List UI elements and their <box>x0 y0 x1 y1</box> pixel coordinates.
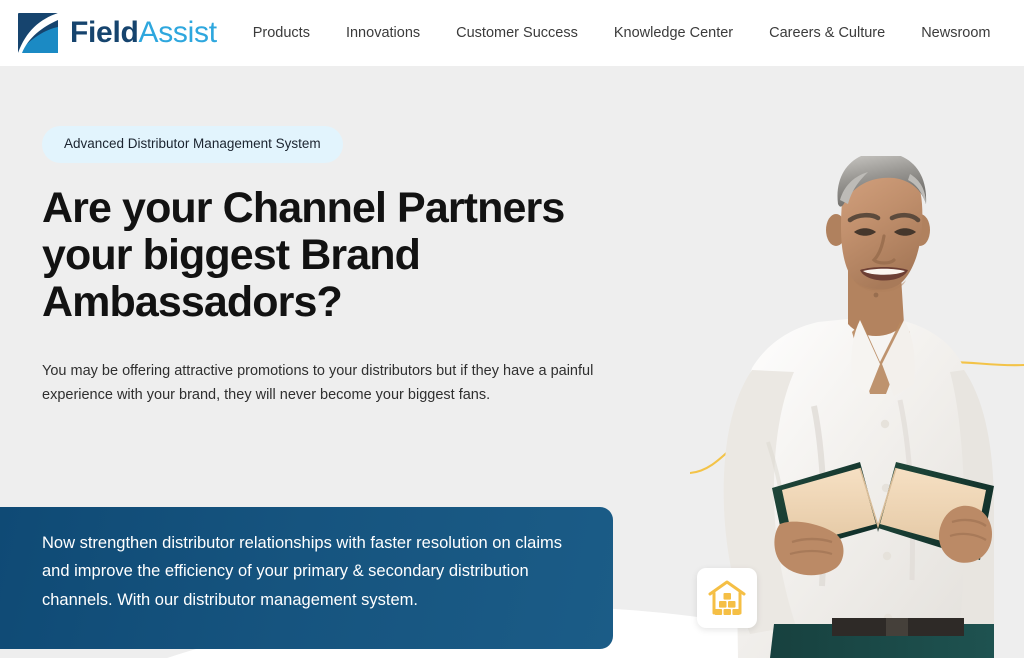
nav-item-knowledge-center[interactable]: Knowledge Center <box>614 19 733 47</box>
nav-item-products[interactable]: Products <box>253 19 310 47</box>
brand-word-field: Field <box>70 16 139 49</box>
hero-section: Advanced Distributor Management System A… <box>0 66 1024 658</box>
nav-item-newsroom[interactable]: Newsroom <box>921 19 990 47</box>
nav-item-customer-success[interactable]: Customer Success <box>456 19 578 47</box>
brand-word-assist: Assist <box>138 16 218 49</box>
warehouse-boxes-icon <box>708 580 746 615</box>
brand-logo-link[interactable]: FieldAssist <box>16 11 217 55</box>
warehouse-feature-card[interactable] <box>697 568 757 628</box>
brand-wordmark: FieldAssist <box>70 18 217 48</box>
eyebrow-badge: Advanced Distributor Management System <box>42 126 343 163</box>
page-title: Are your Channel Partners your biggest B… <box>42 183 565 327</box>
wavy-line-decoration-icon <box>690 361 1024 475</box>
page-root: FieldAssist Products Innovations Custome… <box>0 0 1024 658</box>
hero-highlight-panel: Now strengthen distributor relationships… <box>0 507 613 649</box>
site-header: FieldAssist Products Innovations Custome… <box>0 0 1024 66</box>
nav-item-careers-culture[interactable]: Careers & Culture <box>769 19 885 47</box>
fieldassist-swoosh-logo-icon <box>18 13 58 53</box>
nav-item-innovations[interactable]: Innovations <box>346 19 420 47</box>
hero-subtext: You may be offering attractive promotion… <box>42 363 594 403</box>
hero-highlight-text: Now strengthen distributor relationships… <box>42 534 562 609</box>
hero-copy-block: Advanced Distributor Management System A… <box>42 126 642 407</box>
primary-navigation: Products Innovations Customer Success Kn… <box>253 19 991 47</box>
